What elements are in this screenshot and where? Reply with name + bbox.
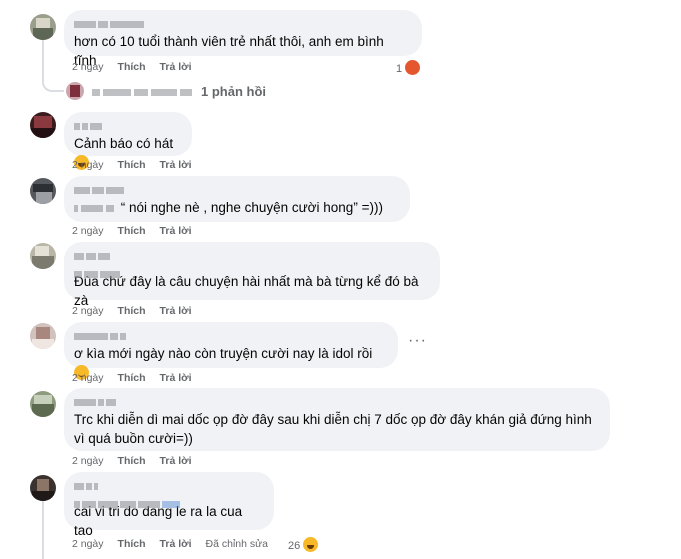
reaction-count[interactable]: 26 bbox=[288, 537, 319, 552]
author-name[interactable] bbox=[74, 118, 180, 132]
like-button[interactable]: Thích bbox=[118, 305, 146, 317]
author-name[interactable] bbox=[74, 16, 410, 30]
timestamp[interactable]: 2 ngày bbox=[72, 305, 104, 317]
avatar[interactable] bbox=[30, 475, 56, 501]
author-name[interactable] bbox=[74, 328, 386, 342]
timestamp[interactable]: 2 ngày bbox=[72, 61, 104, 73]
thread-line bbox=[42, 38, 44, 82]
comment-actions: 2 ngày Thích Trả lời bbox=[72, 61, 206, 73]
timestamp[interactable]: 2 ngày bbox=[72, 372, 104, 384]
comment-actions: 2 ngày Thích Trả lời bbox=[72, 159, 206, 171]
avatar[interactable] bbox=[30, 391, 56, 417]
comment-bubble: cai vi tri do dang le ra la cua tao bbox=[64, 472, 274, 538]
comment-actions: 2 ngày Thích Trả lời bbox=[72, 372, 206, 384]
avatar[interactable] bbox=[30, 112, 56, 138]
comment-text: Trc khi diễn dì mai dốc ọp đờ đây sau kh… bbox=[74, 412, 592, 446]
like-button[interactable]: Thích bbox=[118, 455, 146, 467]
comment-actions: 2 ngày Thích Trả lời Đã chỉnh sửa bbox=[72, 538, 282, 550]
timestamp[interactable]: 2 ngày bbox=[72, 538, 104, 550]
timestamp[interactable]: 2 ngày bbox=[72, 455, 104, 467]
replier-name bbox=[92, 84, 195, 99]
view-replies-link[interactable]: 1 phản hồi bbox=[66, 82, 266, 100]
timestamp[interactable]: 2 ngày bbox=[72, 159, 104, 171]
reply-button[interactable]: Trả lời bbox=[160, 159, 192, 171]
comment-actions: 2 ngày Thích Trả lời bbox=[72, 225, 206, 237]
comment-bubble: “ nói nghe nè , nghe chuyện cười hong” =… bbox=[64, 176, 410, 222]
timestamp[interactable]: 2 ngày bbox=[72, 225, 104, 237]
reply-button[interactable]: Trả lời bbox=[160, 455, 192, 467]
comment-actions: 2 ngày Thích Trả lời bbox=[72, 305, 206, 317]
comment-text-content: “ nói nghe nè , nghe chuyện cười hong” =… bbox=[120, 200, 383, 215]
comment-actions: 2 ngày Thích Trả lời bbox=[72, 455, 206, 467]
comment-bubble: Trc khi diễn dì mai dốc ọp đờ đây sau kh… bbox=[64, 388, 610, 451]
edited-label: Đã chỉnh sửa bbox=[205, 538, 268, 550]
tagged-user[interactable] bbox=[74, 200, 117, 215]
like-button[interactable]: Thích bbox=[118, 225, 146, 237]
like-button[interactable]: Thích bbox=[118, 372, 146, 384]
thread-elbow bbox=[42, 78, 64, 92]
avatar[interactable] bbox=[30, 14, 56, 40]
comment-text-content: Cảnh báo có hát bbox=[74, 136, 174, 151]
thread-line bbox=[42, 500, 44, 559]
comment-text: “ nói nghe nè , nghe chuyện cười hong” =… bbox=[74, 198, 398, 217]
replies-count-label: 1 phản hồi bbox=[201, 83, 266, 99]
reply-button[interactable]: Trả lời bbox=[160, 61, 192, 73]
author-name[interactable] bbox=[74, 182, 398, 196]
comment-bubble: hơn có 10 tuổi thành viên trẻ nhất thôi,… bbox=[64, 10, 422, 68]
avatar bbox=[66, 82, 84, 100]
laugh-emoji-icon bbox=[303, 537, 319, 552]
like-button[interactable]: Thích bbox=[118, 538, 146, 550]
comment-bubble: Đùa chứ đây là câu chuyện hài nhất mà bà… bbox=[64, 242, 440, 308]
like-button[interactable]: Thích bbox=[118, 61, 146, 73]
more-options-icon[interactable]: ··· bbox=[408, 332, 427, 350]
author-name[interactable] bbox=[74, 478, 262, 509]
reply-button[interactable]: Trả lời bbox=[160, 305, 192, 317]
comment-bubble: ơ kìa mới ngày nào còn truyện cười nay l… bbox=[64, 322, 398, 380]
author-name[interactable] bbox=[74, 394, 598, 408]
reaction-count-value: 1 bbox=[396, 63, 403, 75]
reply-button[interactable]: Trả lời bbox=[160, 538, 192, 550]
like-button[interactable]: Thích bbox=[118, 159, 146, 171]
angry-emoji-icon bbox=[405, 60, 421, 75]
reaction-count-value: 26 bbox=[288, 540, 301, 552]
reply-button[interactable]: Trả lời bbox=[160, 225, 192, 237]
reply-button[interactable]: Trả lời bbox=[160, 372, 192, 384]
comment-text-content: ơ kìa mới ngày nào còn truyện cười nay l… bbox=[74, 346, 373, 361]
reaction-count[interactable]: 1 bbox=[396, 60, 421, 75]
avatar[interactable] bbox=[30, 243, 56, 269]
author-name[interactable] bbox=[74, 248, 428, 279]
avatar[interactable] bbox=[30, 178, 56, 204]
comment-bubble: Cảnh báo có hát bbox=[64, 112, 192, 170]
avatar[interactable] bbox=[30, 323, 56, 349]
